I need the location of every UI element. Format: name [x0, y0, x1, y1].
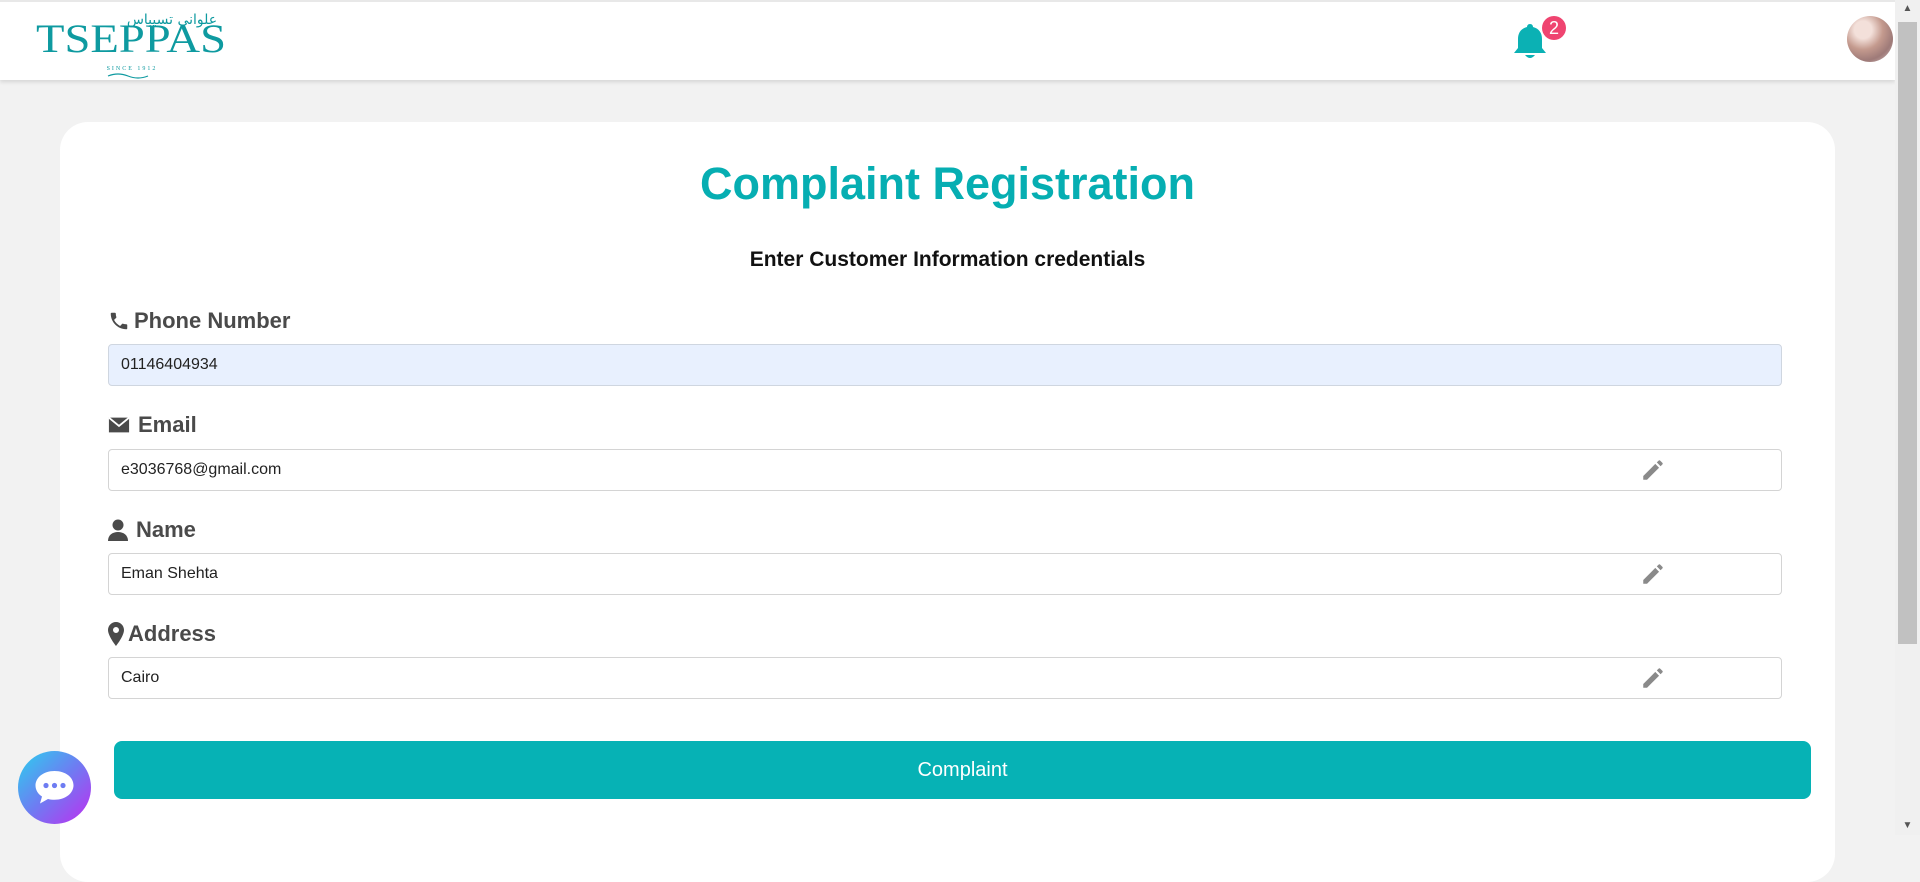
tseppas-logo[interactable]: علوانى تسيباس TSEPPAS SINCE 1912: [34, 6, 230, 80]
scroll-up-arrow-icon[interactable]: ▲: [1895, 0, 1920, 18]
map-marker-icon: [108, 622, 124, 646]
form-subtitle: Enter Customer Information credentials: [749, 248, 1146, 271]
user-icon: [108, 519, 128, 541]
phone-label: Phone Number: [108, 306, 290, 336]
scroll-down-arrow-icon[interactable]: ▼: [1895, 817, 1920, 835]
logo-since-text: SINCE 1912: [107, 66, 158, 72]
address-label: Address: [108, 619, 216, 649]
name-label-text: Name: [136, 517, 196, 542]
name-label: Name: [108, 515, 196, 545]
pencil-edit-icon[interactable]: [1640, 457, 1666, 483]
notifications-button[interactable]: 2: [1512, 16, 1566, 64]
chat-button[interactable]: [18, 751, 91, 824]
page-title: Complaint Registration: [699, 158, 1196, 209]
page-scrollbar[interactable]: ▲ ▼: [1895, 0, 1920, 835]
chat-bubble-icon: [35, 771, 74, 804]
pencil-edit-icon[interactable]: [1640, 665, 1666, 691]
envelope-icon: [108, 416, 130, 433]
address-field[interactable]: [108, 657, 1782, 699]
scrollbar-thumb[interactable]: [1898, 22, 1917, 644]
phone-icon: [110, 312, 128, 330]
complaint-submit-button[interactable]: Complaint: [114, 741, 1811, 799]
phone-number-input[interactable]: [108, 344, 1782, 386]
email-label: Email: [108, 410, 197, 440]
address-label-text: Address: [128, 621, 217, 646]
name-field[interactable]: [108, 553, 1782, 595]
notification-badge: 2: [1542, 16, 1566, 40]
top-navbar: علوانى تسيباس TSEPPAS SINCE 1912 2: [0, 0, 1895, 80]
logo-wordmark: TSEPPAS: [36, 16, 226, 61]
complaint-form-card: Complaint Registration Enter Customer In…: [60, 122, 1835, 882]
pencil-edit-icon[interactable]: [1640, 561, 1666, 587]
email-label-text: Email: [138, 412, 197, 437]
user-avatar[interactable]: [1847, 16, 1893, 62]
email-field[interactable]: [108, 449, 1782, 491]
phone-label-text: Phone Number: [134, 308, 291, 333]
